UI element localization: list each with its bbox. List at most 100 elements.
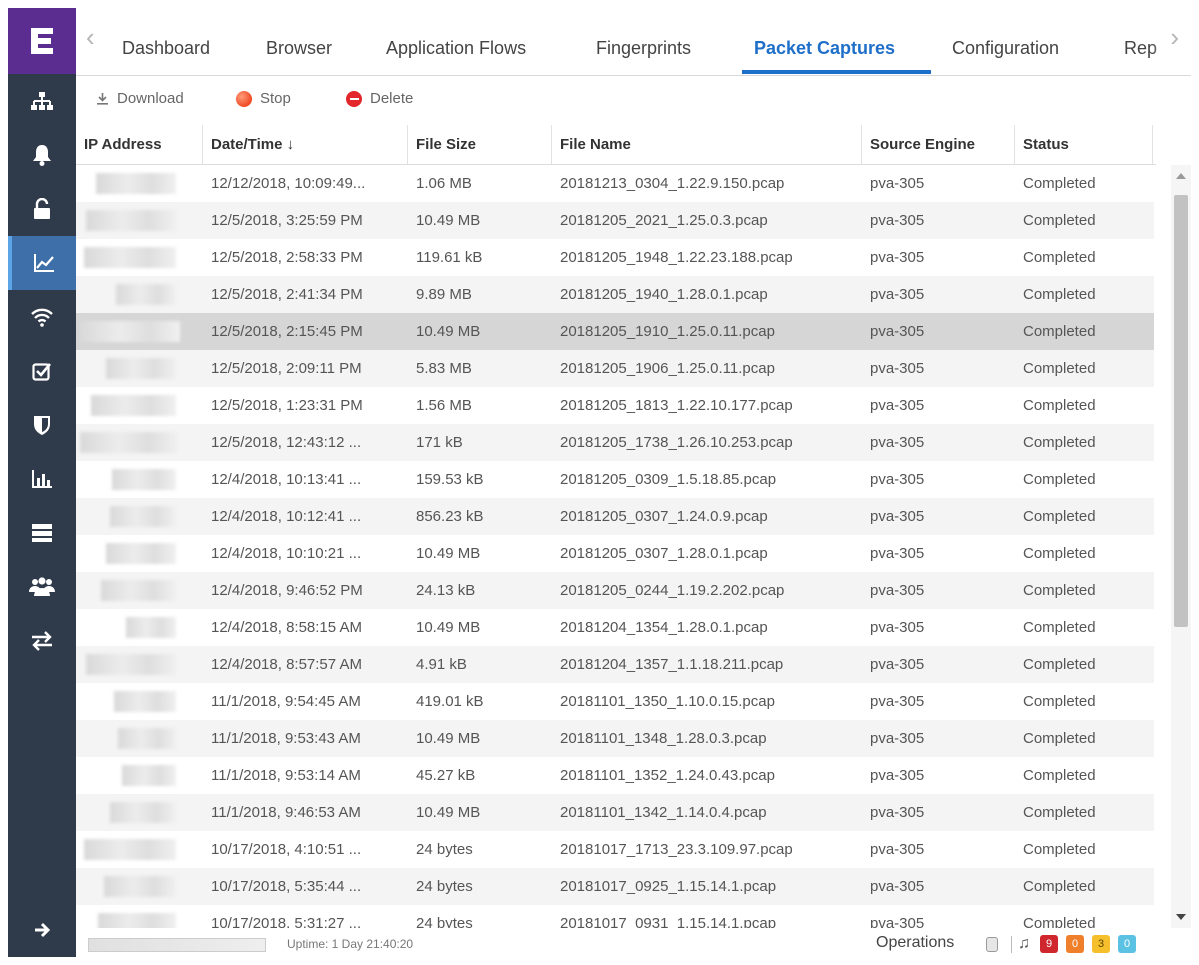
cell-file-name: 20181205_0307_1.24.0.9.pcap: [560, 508, 768, 525]
delete-label: Delete: [370, 90, 414, 107]
table-row[interactable]: 12/4/2018, 10:13:41 ... 159.53 kB 20181205…: [76, 461, 1154, 498]
cell-ip-address: [76, 424, 203, 461]
uptime-text: Uptime: 1 Day 21:40:20: [287, 937, 414, 951]
active-tab-underline: [742, 70, 931, 74]
redacted-ip-address: [91, 395, 176, 416]
table-row[interactable]: 12/5/2018, 2:09:11 PM 5.83 MB 20181205_190…: [76, 350, 1154, 387]
redacted-ip-address: [84, 839, 176, 860]
sidebar-item-lock[interactable]: [8, 182, 76, 236]
shield-icon: [33, 414, 51, 436]
column-header-status[interactable]: Status: [1015, 125, 1153, 165]
table-row[interactable]: 12/4/2018, 10:12:41 ... 856.23 kB 20181205…: [76, 498, 1154, 535]
column-header-datetime[interactable]: Date/Time ↓: [203, 125, 408, 165]
cell-ip-address: [76, 387, 203, 424]
alarm-minor-badge[interactable]: 3: [1092, 935, 1110, 953]
tab-dashboard[interactable]: Dashboard: [122, 38, 210, 59]
cell-file-size: 4.91 kB: [416, 656, 467, 673]
cell-file-name: 20181017_0925_1.15.14.1.pcap: [560, 878, 777, 895]
table-row[interactable]: 12/4/2018, 8:58:15 AM 10.49 MB 20181204_13…: [76, 609, 1154, 646]
sidebar-item-network[interactable]: [8, 74, 76, 128]
cell-file-name: 20181205_0244_1.19.2.202.pcap: [560, 582, 785, 599]
tab-fingerprints[interactable]: Fingerprints: [596, 38, 691, 59]
stop-label: Stop: [260, 90, 291, 107]
stop-button[interactable]: Stop: [236, 90, 291, 107]
extreme-logo-icon[interactable]: [8, 8, 76, 74]
cell-file-size: 10.49 MB: [416, 619, 481, 636]
transfer-arrows-icon: [30, 631, 54, 651]
cell-datetime: 10/17/2018, 4:10:51 ...: [211, 841, 362, 858]
cell-ip-address: [76, 683, 203, 720]
alarm-major-badge[interactable]: 0: [1066, 935, 1084, 953]
alarm-bell-icon[interactable]: ♫: [1018, 935, 1030, 953]
cell-source-engine: pva-305: [870, 582, 925, 599]
tab-application-flows[interactable]: Application Flows: [386, 38, 526, 59]
table-row[interactable]: 11/1/2018, 9:54:45 AM 419.01 kB 20181101_1…: [76, 683, 1154, 720]
redacted-ip-address: [116, 284, 176, 305]
cell-source-engine: pva-305: [870, 767, 925, 784]
download-button[interactable]: Download: [96, 90, 184, 107]
table-row[interactable]: 12/5/2018, 1:23:31 PM 1.56 MB 20181205_181…: [76, 387, 1154, 424]
column-header-source-engine[interactable]: Source Engine: [862, 125, 1015, 165]
table-row[interactable]: 12/4/2018, 10:10:21 ... 10.49 MB 20181205_…: [76, 535, 1154, 572]
cell-file-size: 419.01 kB: [416, 693, 484, 710]
sidebar-item-shield[interactable]: [8, 398, 76, 452]
cell-datetime: 12/4/2018, 8:58:15 AM: [211, 619, 362, 636]
tab-configuration[interactable]: Configuration: [952, 38, 1059, 59]
sidebar-item-analytics-chart[interactable]: [8, 236, 76, 290]
sidebar-item-users[interactable]: [8, 560, 76, 614]
table-row[interactable]: 12/4/2018, 8:57:57 AM 4.91 kB 20181204_135…: [76, 646, 1154, 683]
scroll-up-icon[interactable]: [1176, 173, 1186, 179]
table-row[interactable]: 12/12/2018, 10:09:49... 1.06 MB 20181213_0…: [76, 165, 1154, 202]
cell-source-engine: pva-305: [870, 249, 925, 266]
table-row[interactable]: 12/5/2018, 3:25:59 PM 10.49 MB 20181205_20…: [76, 202, 1154, 239]
table-row[interactable]: 12/5/2018, 2:58:33 PM 119.61 kB 20181205_1…: [76, 239, 1154, 276]
table-row[interactable]: 11/1/2018, 9:46:53 AM 10.49 MB 20181101_13…: [76, 794, 1154, 831]
network-icon: [31, 91, 53, 111]
sidebar-item-bar-chart[interactable]: [8, 452, 76, 506]
vertical-scrollbar[interactable]: [1171, 165, 1191, 928]
cell-file-size: 24 bytes: [416, 915, 473, 928]
cell-file-name: 20181017_1713_23.3.109.97.pcap: [560, 841, 793, 858]
cell-datetime: 11/1/2018, 9:54:45 AM: [211, 693, 361, 710]
users-icon: [29, 577, 55, 597]
operations-link[interactable]: Operations: [876, 934, 954, 952]
tab-browser[interactable]: Browser: [266, 38, 332, 59]
sidebar-item-checkbox[interactable]: [8, 344, 76, 398]
sidebar-item-server[interactable]: [8, 506, 76, 560]
table-row[interactable]: 10/17/2018, 5:31:27 ... 24 bytes 20181017_…: [76, 905, 1154, 928]
redacted-ip-address: [84, 247, 176, 268]
column-header-ip-address[interactable]: IP Address: [76, 125, 203, 165]
table-row[interactable]: 12/5/2018, 2:41:34 PM 9.89 MB 20181205_194…: [76, 276, 1154, 313]
cell-source-engine: pva-305: [870, 730, 925, 747]
database-icon[interactable]: [986, 937, 998, 952]
column-header-file-size[interactable]: File Size: [408, 125, 552, 165]
tab-scroll-right-icon[interactable]: ›: [1170, 24, 1179, 50]
delete-button[interactable]: Delete: [346, 90, 413, 107]
cell-status: Completed: [1023, 582, 1096, 599]
table-row[interactable]: 11/1/2018, 9:53:14 AM 45.27 kB 20181101_13…: [76, 757, 1154, 794]
sidebar-item-transfer-arrows[interactable]: [8, 614, 76, 668]
cell-source-engine: pva-305: [870, 619, 925, 636]
expand-arrow-icon[interactable]: [8, 903, 76, 957]
cell-file-size: 171 kB: [416, 434, 463, 451]
cell-status: Completed: [1023, 767, 1096, 784]
column-header-file-name[interactable]: File Name: [552, 125, 862, 165]
table-row[interactable]: 12/5/2018, 12:43:12 ... 171 kB 20181205_17…: [76, 424, 1154, 461]
scroll-down-icon[interactable]: [1176, 914, 1186, 920]
table-row[interactable]: 10/17/2018, 5:35:44 ... 24 bytes 20181017_…: [76, 868, 1154, 905]
table-row[interactable]: 11/1/2018, 9:53:43 AM 10.49 MB 20181101_13…: [76, 720, 1154, 757]
table-row[interactable]: 12/5/2018, 2:15:45 PM 10.49 MB 20181205_19…: [76, 313, 1154, 350]
sidebar-item-bell[interactable]: [8, 128, 76, 182]
cell-status: Completed: [1023, 730, 1096, 747]
table-row[interactable]: 10/17/2018, 4:10:51 ... 24 bytes 20181017_…: [76, 831, 1154, 868]
scrollbar-thumb[interactable]: [1174, 195, 1188, 627]
status-bar: Uptime: 1 Day 21:40:20 Operations ♫ 9 0 …: [76, 933, 1191, 957]
tab-scroll-left-icon[interactable]: ‹: [86, 24, 95, 50]
sidebar-item-wifi[interactable]: [8, 290, 76, 344]
alarm-info-badge[interactable]: 0: [1118, 935, 1136, 953]
tab-packet-captures[interactable]: Packet Captures: [754, 38, 895, 59]
cell-ip-address: [76, 572, 203, 609]
cell-ip-address: [76, 609, 203, 646]
alarm-critical-badge[interactable]: 9: [1040, 935, 1058, 953]
table-row[interactable]: 12/4/2018, 9:46:52 PM 24.13 kB 20181205_02…: [76, 572, 1154, 609]
